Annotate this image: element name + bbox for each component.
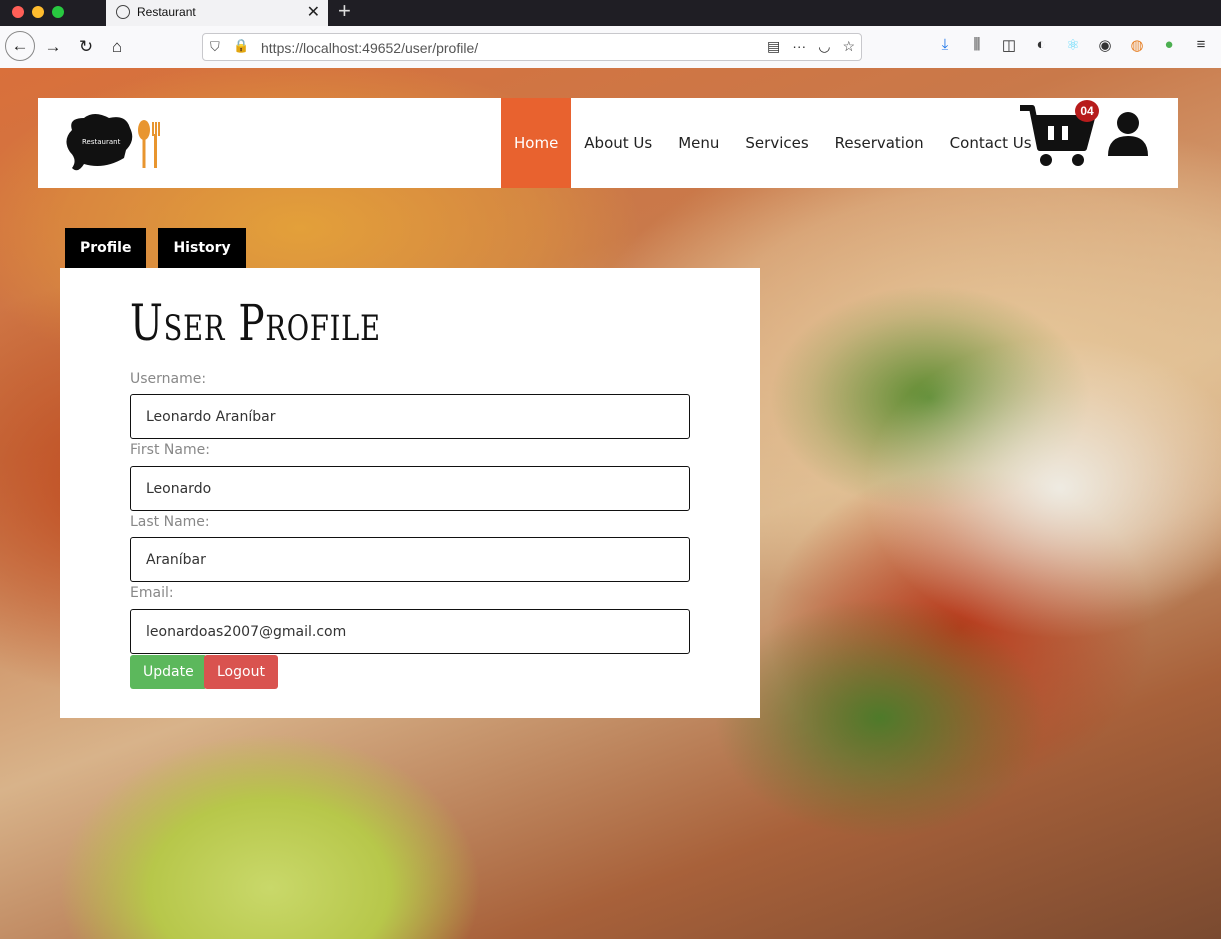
logo-text: Restaurant	[82, 138, 121, 146]
browser-tab-title: Restaurant	[137, 5, 196, 19]
browser-tab-strip: Restaurant ✕ +	[0, 0, 1221, 26]
page-title: User Profile	[130, 294, 381, 352]
forward-button[interactable]: →	[40, 34, 66, 60]
extension-globe-icon[interactable]: ●	[1160, 36, 1178, 54]
account-icon[interactable]: ◉	[1096, 36, 1114, 54]
tab-history[interactable]: History	[158, 228, 246, 268]
reload-button[interactable]: ↻	[73, 34, 99, 60]
tab-profile[interactable]: Profile	[65, 228, 147, 268]
window-minimize-button[interactable]	[32, 6, 44, 18]
last-name-field[interactable]	[130, 537, 690, 582]
nav-about-us[interactable]: About Us	[571, 98, 665, 188]
last-name-label: Last Name:	[130, 514, 210, 530]
nav-menu[interactable]: Menu	[665, 98, 732, 188]
library-icon[interactable]: ⫼	[968, 36, 986, 54]
home-button[interactable]: ⌂	[104, 34, 130, 60]
profile-card: User Profile Username: First Name: Last …	[60, 268, 760, 718]
more-actions-icon[interactable]: ···	[792, 38, 806, 55]
email-field[interactable]	[130, 609, 690, 654]
nav-reservation[interactable]: Reservation	[822, 98, 937, 188]
url-bar[interactable]: ⛉ 🔒 https://localhost:49652/user/profile…	[202, 33, 862, 61]
username-field[interactable]	[130, 394, 690, 439]
profile-tabs: Profile History	[65, 228, 246, 268]
first-name-label: First Name:	[130, 442, 210, 458]
download-icon[interactable]: ⤓	[936, 36, 954, 54]
close-tab-icon[interactable]: ✕	[307, 2, 320, 22]
nav-services[interactable]: Services	[732, 98, 821, 188]
browser-tab[interactable]: Restaurant ✕	[106, 0, 328, 26]
new-tab-button[interactable]: +	[338, 0, 351, 24]
bookmark-star-icon[interactable]: ☆	[842, 38, 855, 55]
update-button[interactable]: Update	[130, 655, 207, 689]
logout-button[interactable]: Logout	[204, 655, 278, 689]
window-zoom-button[interactable]	[52, 6, 64, 18]
nav-home[interactable]: Home	[501, 98, 572, 188]
shield-icon[interactable]: ⛉	[210, 39, 220, 55]
back-button[interactable]: ←	[5, 31, 35, 61]
reader-view-icon[interactable]: ▤	[767, 38, 780, 55]
email-label: Email:	[130, 585, 174, 601]
site-header: Restaurant Home About Us Menu Services R…	[38, 98, 1178, 188]
username-label: Username:	[130, 371, 207, 387]
user-icon[interactable]	[1106, 110, 1150, 156]
menu-icon[interactable]: ≡	[1192, 36, 1210, 54]
loading-icon	[116, 5, 130, 19]
first-name-field[interactable]	[130, 466, 690, 511]
browser-toolbar: ← → ↻ ⌂ ⛉ 🔒 https://localhost:49652/user…	[0, 26, 1221, 69]
pocket-icon[interactable]: ◡	[818, 38, 830, 55]
extension-fox-icon[interactable]: ◍	[1128, 36, 1146, 54]
extension-moon-icon[interactable]: ◐	[1032, 36, 1050, 54]
url-text[interactable]: https://localhost:49652/user/profile/	[261, 40, 478, 56]
main-nav: Home About Us Menu Services Reservation …	[501, 98, 1045, 188]
sidebar-icon[interactable]: ◫	[1000, 36, 1018, 54]
window-close-button[interactable]	[12, 6, 24, 18]
restaurant-logo[interactable]: Restaurant	[64, 112, 164, 174]
cart-count-badge: 04	[1075, 100, 1099, 122]
page-background: Restaurant Home About Us Menu Services R…	[0, 68, 1221, 939]
lock-warning-icon[interactable]: 🔒	[233, 38, 249, 54]
react-devtools-icon[interactable]: ⚛	[1064, 36, 1082, 54]
